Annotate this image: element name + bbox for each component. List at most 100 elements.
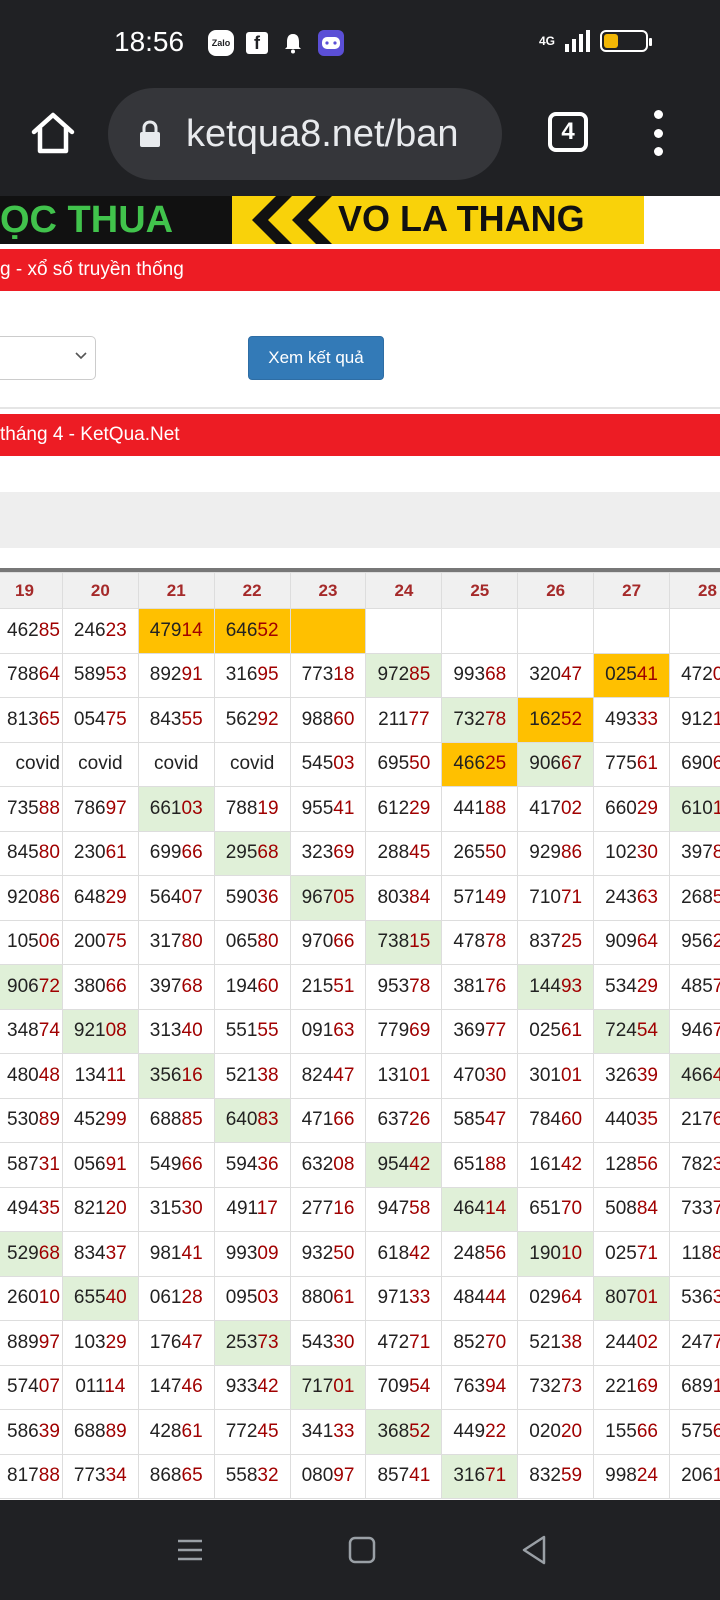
- result-head-digits: 610: [681, 797, 713, 819]
- table-row: 84580 23061 69966 29568 32369 28845 26550 92986…: [0, 830, 720, 876]
- result-cell: [517, 608, 595, 654]
- result-tail-digits: 38: [257, 1064, 279, 1086]
- result-cell: 24363: [593, 875, 671, 921]
- result-head-digits: 155: [605, 1420, 637, 1442]
- result-head-digits: 326: [605, 1064, 637, 1086]
- result-cell: 45299: [61, 1097, 139, 1143]
- result-tail-digits: 91: [105, 1153, 127, 1175]
- result-head-digits: 162: [529, 708, 561, 730]
- home-button[interactable]: [30, 110, 76, 156]
- result-tail-digits: 80: [181, 931, 203, 953]
- home-nav-button[interactable]: [342, 1530, 382, 1570]
- tab-switcher-button[interactable]: 4: [548, 112, 588, 152]
- result-tail-digits: 97: [333, 1465, 355, 1487]
- result-tail-digits: 93: [560, 975, 583, 997]
- result-cell: 55832: [213, 1453, 291, 1499]
- result-tail-digits: 70: [560, 1198, 583, 1220]
- result-cell: 98141: [137, 1231, 215, 1277]
- result-tail-digits: 19: [713, 798, 720, 819]
- result-tail-digits: 34: [105, 1465, 127, 1487]
- result-tail-digits: 52: [409, 1420, 431, 1442]
- result-cell: 95541: [289, 786, 367, 832]
- result-cell: 21551: [289, 964, 367, 1010]
- result-cell: 56407: [137, 875, 215, 921]
- result-cell: 08097: [289, 1453, 367, 1499]
- result-tail-digits: 80: [38, 842, 60, 864]
- result-head-digits: 817: [7, 1465, 39, 1487]
- result-head-digits: 618: [377, 1242, 410, 1264]
- result-cell: 88061: [289, 1275, 367, 1321]
- result-cell: 58639: [0, 1409, 63, 1455]
- result-cell: 78864: [0, 652, 63, 698]
- result-cell: 97133: [365, 1275, 443, 1321]
- result-head-digits: 485: [681, 975, 713, 997]
- back-nav-button[interactable]: [514, 1530, 554, 1570]
- result-tail-digits: 84: [636, 1198, 658, 1220]
- result-cell: 20075: [61, 919, 139, 965]
- result-tail-digits: 84: [409, 886, 431, 908]
- result-tail-digits: 30: [333, 1331, 355, 1353]
- result-tail-digits: 69: [409, 1020, 431, 1042]
- result-head-digits: 194: [225, 975, 258, 997]
- result-tail-digits: 64: [38, 664, 60, 686]
- date-select[interactable]: [0, 336, 96, 380]
- result-tail-digits: 66: [181, 842, 203, 864]
- result-tail-digits: 30: [485, 1064, 507, 1086]
- result-cell: 84355: [137, 697, 215, 743]
- result-tail-digits: 33: [713, 1287, 720, 1308]
- result-cell: 44188: [441, 786, 519, 832]
- result-tail-digits: 07: [181, 886, 203, 908]
- table-header-row: 19 20 21 22 23 24 25 26 27 28: [0, 572, 720, 609]
- result-head-digits: 717: [301, 1376, 334, 1398]
- result-head-digits: 710: [529, 886, 561, 908]
- result-tail-digits: 52: [713, 887, 720, 908]
- web-page: ỌC THUA VO LA THANG g - xổ số truyền thố…: [0, 196, 720, 1500]
- result-head-digits: 356: [149, 1064, 182, 1086]
- result-cell: 73278: [441, 697, 519, 743]
- result-tail-digits: 45: [409, 842, 431, 864]
- result-tail-digits: 39: [38, 1420, 60, 1442]
- result-cell: 59436: [213, 1142, 291, 1188]
- result-cell: 15566: [593, 1409, 671, 1455]
- result-tail-digits: 70: [485, 1331, 507, 1353]
- result-head-digits: 441: [453, 797, 486, 819]
- result-head-digits: 733: [681, 1198, 713, 1220]
- result-head-digits: 955: [301, 797, 334, 819]
- view-results-button[interactable]: Xem kết quả: [248, 336, 384, 380]
- result-head-digits: 494: [7, 1198, 39, 1220]
- result-head-digits: 648: [73, 886, 106, 908]
- result-tail-digits: 14: [485, 1198, 507, 1220]
- result-tail-digits: 88: [485, 1153, 507, 1175]
- ad-banner[interactable]: ỌC THUA VO LA THANG: [0, 196, 644, 244]
- result-head-digits: 491: [226, 1198, 257, 1220]
- url-text: ketqua8.net/ban: [186, 112, 459, 155]
- result-cell: 93342: [213, 1364, 291, 1410]
- more-menu-button[interactable]: [648, 110, 668, 156]
- result-head-digits: 025: [605, 664, 637, 686]
- address-bar[interactable]: ketqua8.net/ban: [108, 88, 502, 180]
- result-tail-digits: 69: [333, 842, 355, 864]
- result-head-digits: 480: [7, 1064, 39, 1086]
- result-cell: 13411: [61, 1053, 139, 1099]
- result-head-digits: 313: [149, 1020, 182, 1042]
- recent-apps-button[interactable]: [170, 1530, 210, 1570]
- chevron-down-icon: [75, 352, 87, 360]
- system-status: 4G: [539, 30, 652, 52]
- result-tail-digits: 11: [106, 1064, 127, 1086]
- result-head-digits: 428: [149, 1420, 182, 1442]
- result-tail-digits: 50: [409, 753, 431, 775]
- result-tail-digits: 67: [560, 753, 583, 775]
- result-tail-digits: 41: [333, 797, 355, 819]
- result-head-digits: 845: [7, 842, 39, 864]
- column-header-25: 25: [441, 572, 519, 609]
- result-tail-digits: 37: [713, 1154, 720, 1175]
- result-cell: 92108: [61, 1008, 139, 1054]
- result-head-digits: 056: [73, 1153, 106, 1175]
- result-cell: 66103: [137, 786, 215, 832]
- result-cell: 78697: [61, 786, 139, 832]
- dot-icon: [653, 147, 663, 156]
- result-head-digits: 947: [377, 1198, 410, 1220]
- result-tail-digits: 01: [409, 1064, 431, 1086]
- result-cell: covid: [213, 741, 291, 787]
- result-tail-digits: 88: [38, 1465, 60, 1487]
